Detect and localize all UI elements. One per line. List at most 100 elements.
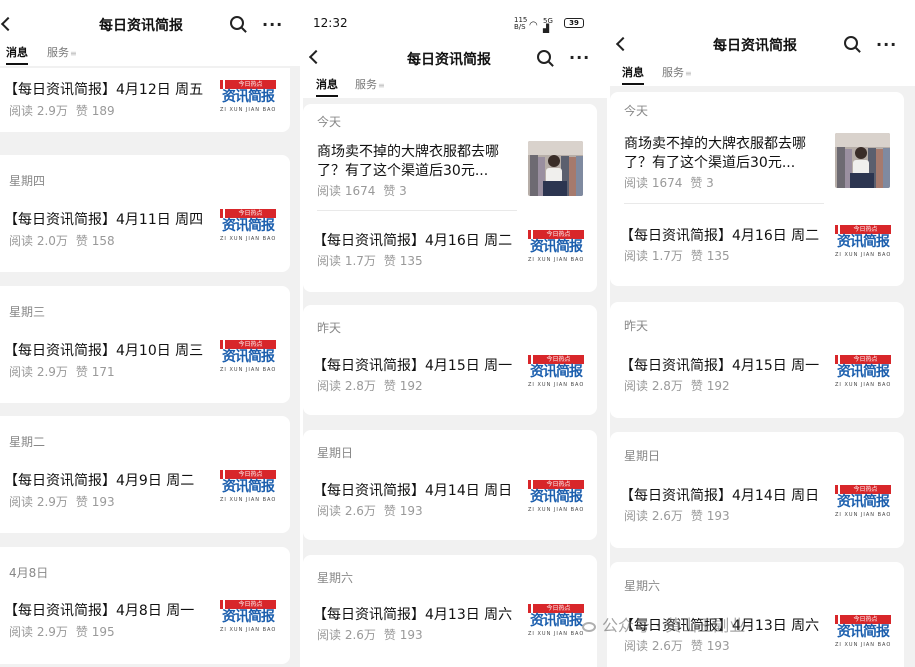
article-headline: 【每日资讯简报】4月15日 周一 [313, 358, 513, 374]
brand-logo: 今日热点 资讯简报 ZI XUN JIAN BAO [835, 355, 892, 388]
more-icon[interactable]: ··· [569, 50, 590, 66]
brand-logo: 今日热点 资讯简报 ZI XUN JIAN BAO [528, 604, 585, 637]
tab-services-label: 服务 [355, 78, 377, 91]
search-icon[interactable] [230, 16, 244, 30]
like-count: 赞 3 [690, 176, 714, 190]
like-count: 赞 135 [383, 254, 423, 268]
like-count: 赞 192 [690, 379, 730, 393]
date-label: 今天 [624, 104, 649, 118]
date-label: 星期二 [9, 435, 46, 449]
brand-logo: 今日热点 资讯简报 ZI XUN JIAN BAO [835, 615, 892, 648]
page-title: 每日资讯简报 [713, 38, 797, 54]
article-stats: 阅读 1674 赞 3 [317, 182, 407, 199]
date-label: 星期日 [624, 449, 661, 463]
promo-headline-line2: 了？有了这个渠道后30元... [317, 163, 489, 179]
back-arrow-icon[interactable] [308, 49, 324, 65]
read-count: 阅读 1.7万 [317, 254, 376, 268]
date-label: 星期三 [9, 305, 46, 319]
date-label: 星期日 [317, 446, 354, 460]
like-count: 赞 135 [690, 249, 730, 263]
clothing-store-thumbnail [528, 141, 583, 196]
brand-logo: 今日热点 资讯简报 ZI XUN JIAN BAO [528, 480, 585, 513]
read-count: 阅读 1674 [317, 184, 376, 198]
status-bar: 12:32 115 B/S ◠ 5G ▟ 39 [303, 0, 607, 36]
article-card[interactable]: 星期四 【每日资讯简报】4月11日 周四 阅读 2.0万赞 158 今日热点 资讯… [0, 155, 290, 272]
read-count: 阅读 2.0万 [9, 234, 68, 248]
brand-logo: 今日热点 资讯简报 ZI XUN JIAN BAO [220, 600, 277, 633]
brand-logo: 今日热点 资讯简报 ZI XUN JIAN BAO [528, 355, 585, 388]
more-icon[interactable]: ··· [876, 37, 897, 53]
article-headline: 【每日资讯简报】4月8日 周一 [4, 603, 195, 619]
brand-logo: 今日热点 资讯简报 ZI XUN JIAN BAO [835, 225, 892, 258]
tab-services[interactable]: 服务≡ [662, 64, 692, 80]
clothing-store-thumbnail [835, 133, 890, 188]
brand-logo: 今日热点 资讯简报 ZI XUN JIAN BAO [835, 485, 892, 518]
like-count: 赞 171 [75, 365, 115, 379]
article-stats: 阅读 2.9万赞 195 [9, 623, 115, 640]
date-label: 今天 [317, 115, 342, 129]
tab-services[interactable]: 服务≡ [355, 76, 385, 92]
network-speed: 115 B/S [514, 16, 528, 31]
article-card[interactable]: 星期日 【每日资讯简报】4月14日 周日 阅读 2.6万赞 193 今日热点 资讯… [610, 432, 904, 548]
page-title: 每日资讯简报 [99, 18, 183, 34]
back-arrow-icon[interactable] [0, 16, 16, 32]
like-count: 赞 193 [383, 504, 423, 518]
like-count: 赞 195 [75, 625, 115, 639]
article-card[interactable]: 昨天 【每日资讯简报】4月15日 周一 阅读 2.8万赞 192 今日热点 资讯简… [303, 305, 597, 415]
article-headline: 【每日资讯简报】4月14日 周日 [313, 483, 513, 499]
read-count: 阅读 2.8万 [317, 379, 376, 393]
date-label: 昨天 [317, 321, 342, 335]
read-count: 阅读 2.6万 [624, 509, 683, 523]
article-headline: 【每日资讯简报】4月9日 周二 [4, 473, 195, 489]
article-card[interactable]: 【每日资讯简报】4月12日 周五 阅读 2.9万赞 189 今日热点 资讯简报 ZI… [0, 68, 290, 132]
conversation-panel-2: 12:32 115 B/S ◠ 5G ▟ 39 每日资讯简报 ··· 消息 服务… [303, 0, 607, 667]
article-card[interactable]: 4月8日 【每日资讯简报】4月8日 周一 阅读 2.9万赞 195 今日热点 资讯… [0, 547, 290, 664]
read-count: 阅读 2.8万 [624, 379, 683, 393]
article-headline: 【每日资讯简报】4月16日 周二 [620, 228, 820, 244]
read-count: 阅读 2.9万 [9, 495, 68, 509]
promo-headline-line2: 了？有了这个渠道后30元... [624, 155, 796, 171]
article-stats: 阅读 2.6万赞 193 [317, 626, 423, 643]
conversation-panel-1: 每日资讯简报 ··· 消息 服务≡ 【每日资讯简报】4月12日 周五 阅读 2.… [0, 0, 300, 667]
article-stats: 阅读 2.6万赞 193 [624, 507, 730, 524]
article-stats: 阅读 2.9万赞 189 [9, 102, 115, 119]
promo-headline-line1: 商场卖不掉的大牌衣服都去哪 [624, 136, 806, 152]
article-card[interactable]: 星期二 【每日资讯简报】4月9日 周二 阅读 2.9万赞 193 今日热点 资讯简… [0, 416, 290, 533]
more-icon[interactable]: ··· [262, 17, 283, 33]
wechat-icon [582, 622, 596, 632]
read-count: 阅读 2.6万 [624, 639, 683, 653]
brand-logo: 今日热点 资讯简报 ZI XUN JIAN BAO [528, 230, 585, 263]
promo-headline-line1: 商场卖不掉的大牌衣服都去哪 [317, 144, 499, 160]
article-card[interactable]: 星期三 【每日资讯简报】4月10日 周三 阅读 2.9万赞 171 今日热点 资讯… [0, 286, 290, 403]
menu-mark-icon: ≡ [378, 81, 385, 90]
date-label: 星期四 [9, 174, 46, 188]
watermark: 公众号 · 黄山王副业 [602, 616, 746, 635]
tab-bar: 消息 服务≡ [610, 62, 915, 86]
tab-messages[interactable]: 消息 [622, 64, 644, 85]
date-label: 星期六 [624, 579, 661, 593]
like-count: 赞 189 [75, 104, 115, 118]
search-icon[interactable] [844, 36, 858, 50]
article-card[interactable]: 昨天 【每日资讯简报】4月15日 周一 阅读 2.8万赞 192 今日热点 资讯简… [610, 302, 904, 418]
article-headline: 【每日资讯简报】4月12日 周五 [4, 82, 204, 98]
article-stats: 阅读 2.0万赞 158 [9, 232, 115, 249]
article-stats: 阅读 2.8万赞 192 [624, 377, 730, 394]
tab-messages[interactable]: 消息 [6, 44, 28, 65]
article-headline: 【每日资讯简报】4月16日 周二 [313, 233, 513, 249]
divider [317, 210, 517, 211]
search-icon[interactable] [537, 50, 551, 64]
top-bar: 每日资讯简报 ··· [610, 0, 915, 62]
article-card[interactable]: 星期六 【每日资讯简报】4月13日 周六 阅读 2.6万赞 193 今日热点 资讯… [303, 555, 597, 667]
signal-icon: ▟ [543, 24, 550, 33]
read-count: 阅读 2.9万 [9, 365, 68, 379]
article-stats: 阅读 1.7万赞 135 [624, 247, 730, 264]
article-card[interactable]: 星期日 【每日资讯简报】4月14日 周日 阅读 2.6万赞 193 今日热点 资讯… [303, 430, 597, 540]
like-count: 赞 193 [383, 628, 423, 642]
brand-logo: 今日热点 资讯简报 ZI XUN JIAN BAO [220, 209, 277, 242]
back-arrow-icon[interactable] [615, 36, 631, 52]
article-card-group: 今天 商场卖不掉的大牌衣服都去哪 了？有了这个渠道后30元... 阅读 1674… [610, 92, 904, 286]
tab-services[interactable]: 服务≡ [47, 44, 77, 60]
tab-services-label: 服务 [47, 46, 69, 59]
top-bar: 每日资讯简报 ··· [303, 36, 607, 70]
tab-messages[interactable]: 消息 [316, 76, 338, 97]
